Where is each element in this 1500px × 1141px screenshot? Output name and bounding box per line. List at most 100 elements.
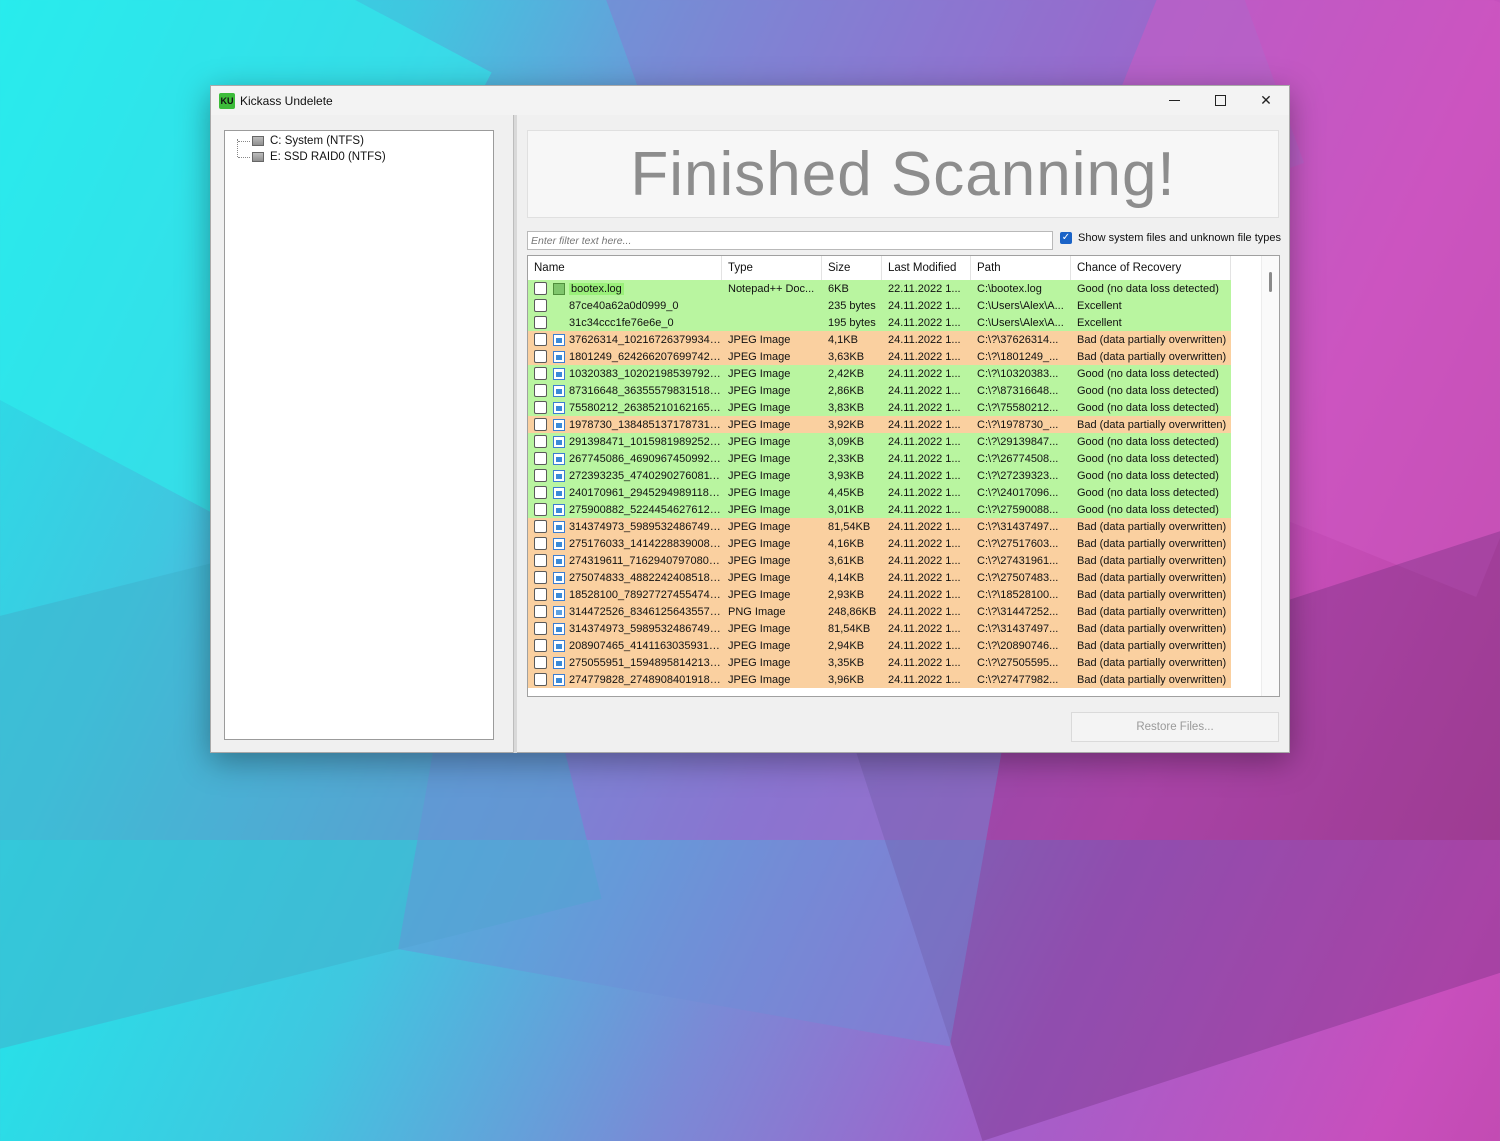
row-checkbox[interactable] xyxy=(534,316,547,329)
row-checkbox[interactable] xyxy=(534,537,547,550)
row-checkbox[interactable] xyxy=(534,452,547,465)
table-row[interactable]: 87316648_363555798315187... JPEG Image 2,8… xyxy=(528,382,1231,399)
row-checkbox[interactable] xyxy=(534,469,547,482)
column-header-chance[interactable]: Chance of Recovery xyxy=(1071,256,1231,280)
table-row[interactable]: 1978730_1384851371787317... JPEG Image 3,9… xyxy=(528,416,1231,433)
cell-name: 240170961_29452949891188... xyxy=(528,486,722,499)
row-checkbox[interactable] xyxy=(534,520,547,533)
row-checkbox[interactable] xyxy=(534,605,547,618)
file-name: 75580212_263852101621658... xyxy=(569,401,722,414)
table-row[interactable]: 314374973_59895324867494... JPEG Image 81,… xyxy=(528,620,1231,637)
drive-tree[interactable]: C: System (NTFS) E: SSD RAID0 (NTFS) xyxy=(224,130,494,740)
cell-path: C:\?\26774508... xyxy=(977,452,1059,465)
table-row[interactable]: 240170961_29452949891188... JPEG Image 4,4… xyxy=(528,484,1231,501)
title-bar[interactable]: KU Kickass Undelete ✕ xyxy=(211,86,1289,115)
row-checkbox[interactable] xyxy=(534,656,547,669)
table-row[interactable]: 275055951_15948958142136... JPEG Image 3,3… xyxy=(528,654,1231,671)
vertical-scrollbar[interactable] xyxy=(1261,256,1279,696)
cell-size: 235 bytes xyxy=(828,299,876,312)
row-checkbox[interactable] xyxy=(534,639,547,652)
cell-type: JPEG Image xyxy=(728,333,791,346)
minimize-button[interactable] xyxy=(1151,86,1197,115)
row-checkbox[interactable] xyxy=(534,418,547,431)
cell-name: 291398471_10159819892523... xyxy=(528,435,722,448)
cell-path: C:\?\27590088... xyxy=(977,503,1059,516)
cell-name: 275900882_52244546276128... xyxy=(528,503,722,516)
cell-last-modified: 24.11.2022 1... xyxy=(888,299,961,312)
cell-chance: Bad (data partially overwritten) xyxy=(1077,605,1227,618)
cell-size: 2,42KB xyxy=(828,367,865,380)
row-checkbox[interactable] xyxy=(534,622,547,635)
table-row[interactable]: 267745086_46909674509927... JPEG Image 2,3… xyxy=(528,450,1231,467)
cell-last-modified: 24.11.2022 1... xyxy=(888,384,961,397)
column-header-last-modified[interactable]: Last Modified xyxy=(882,256,971,280)
jpeg-file-icon xyxy=(553,350,565,363)
cell-size: 3,83KB xyxy=(828,401,865,414)
restore-files-button[interactable]: Restore Files... xyxy=(1071,712,1279,742)
column-header-type[interactable]: Type xyxy=(722,256,822,280)
file-name: 87316648_363555798315187... xyxy=(569,384,722,397)
table-row[interactable]: 37626314_102167263799347... JPEG Image 4,1… xyxy=(528,331,1231,348)
table-row[interactable]: 274779828_27489084019186... JPEG Image 3,9… xyxy=(528,671,1231,688)
row-checkbox[interactable] xyxy=(534,503,547,516)
scrollbar-thumb[interactable] xyxy=(1269,272,1272,292)
table-row[interactable]: 208907465_41411630359315... JPEG Image 2,9… xyxy=(528,637,1231,654)
cell-size: 195 bytes xyxy=(828,316,876,329)
row-checkbox[interactable] xyxy=(534,384,547,397)
cell-chance: Good (no data loss detected) xyxy=(1077,503,1219,516)
row-checkbox[interactable] xyxy=(534,367,547,380)
cell-type: JPEG Image xyxy=(728,435,791,448)
row-checkbox[interactable] xyxy=(534,435,547,448)
cell-type: JPEG Image xyxy=(728,486,791,499)
tree-item-drive-c[interactable]: C: System (NTFS) xyxy=(225,133,493,149)
row-checkbox[interactable] xyxy=(534,673,547,686)
file-name: 272393235_47402902760811... xyxy=(569,469,722,482)
row-checkbox[interactable] xyxy=(534,571,547,584)
row-checkbox[interactable] xyxy=(534,554,547,567)
file-table[interactable]: Name Type Size Last Modified Path Chance… xyxy=(527,255,1280,697)
table-row[interactable]: 75580212_263852101621658... JPEG Image 3,8… xyxy=(528,399,1231,416)
file-name: 275074833_48822424085182... xyxy=(569,571,722,584)
filter-input[interactable] xyxy=(527,231,1053,250)
tree-item-drive-e[interactable]: E: SSD RAID0 (NTFS) xyxy=(225,149,493,165)
table-row[interactable]: 272393235_47402902760811... JPEG Image 3,9… xyxy=(528,467,1231,484)
column-header-name[interactable]: Name xyxy=(528,256,722,280)
table-row[interactable]: 31c34ccc1fe76e6e_0 195 bytes 24.11.2022 1.… xyxy=(528,314,1231,331)
file-name: 1801249_624266207699742_... xyxy=(569,350,722,363)
table-row[interactable]: 87ce40a62a0d0999_0 235 bytes 24.11.2022 1.… xyxy=(528,297,1231,314)
row-checkbox[interactable] xyxy=(534,333,547,346)
table-row[interactable]: bootex.log Notepad++ Doc... 6KB 22.11.2022 … xyxy=(528,280,1231,297)
row-checkbox[interactable] xyxy=(534,282,547,295)
cell-chance: Good (no data loss detected) xyxy=(1077,469,1219,482)
cell-name: 267745086_46909674509927... xyxy=(528,452,722,465)
cell-name: 1801249_624266207699742_... xyxy=(528,350,722,363)
table-row[interactable]: 18528100_789277274554741... JPEG Image 2,9… xyxy=(528,586,1231,603)
table-row[interactable]: 275900882_52244546276128... JPEG Image 3,0… xyxy=(528,501,1231,518)
file-name: 275055951_15948958142136... xyxy=(569,656,722,669)
cell-name: 274779828_27489084019186... xyxy=(528,673,722,686)
cell-last-modified: 24.11.2022 1... xyxy=(888,350,961,363)
table-row[interactable]: 314374973_59895324867494... JPEG Image 81,… xyxy=(528,518,1231,535)
cell-size: 4,45KB xyxy=(828,486,865,499)
column-header-size[interactable]: Size xyxy=(822,256,882,280)
row-checkbox[interactable] xyxy=(534,299,547,312)
row-checkbox[interactable] xyxy=(534,486,547,499)
table-row[interactable]: 274319611_71629407970805... JPEG Image 3,6… xyxy=(528,552,1231,569)
table-row[interactable]: 275176033_14142288390081... JPEG Image 4,1… xyxy=(528,535,1231,552)
table-row[interactable]: 1801249_624266207699742_... JPEG Image 3,6… xyxy=(528,348,1231,365)
show-system-files-checkbox[interactable]: ✓ Show system files and unknown file typ… xyxy=(1060,232,1281,244)
panel-splitter[interactable] xyxy=(513,115,517,753)
table-row[interactable]: 275074833_48822424085182... JPEG Image 4,1… xyxy=(528,569,1231,586)
table-row[interactable]: 10320383_102021985397928... JPEG Image 2,4… xyxy=(528,365,1231,382)
maximize-button[interactable] xyxy=(1197,86,1243,115)
cell-size: 3,92KB xyxy=(828,418,865,431)
close-button[interactable]: ✕ xyxy=(1243,86,1289,115)
row-checkbox[interactable] xyxy=(534,401,547,414)
table-row[interactable]: 291398471_10159819892523... JPEG Image 3,0… xyxy=(528,433,1231,450)
cell-path: C:\?\31437497... xyxy=(977,520,1059,533)
column-header-path[interactable]: Path xyxy=(971,256,1071,280)
row-checkbox[interactable] xyxy=(534,350,547,363)
row-checkbox[interactable] xyxy=(534,588,547,601)
cell-path: C:\?\10320383... xyxy=(977,367,1059,380)
table-row[interactable]: 314472526_83461256435575... PNG Image 248,… xyxy=(528,603,1231,620)
